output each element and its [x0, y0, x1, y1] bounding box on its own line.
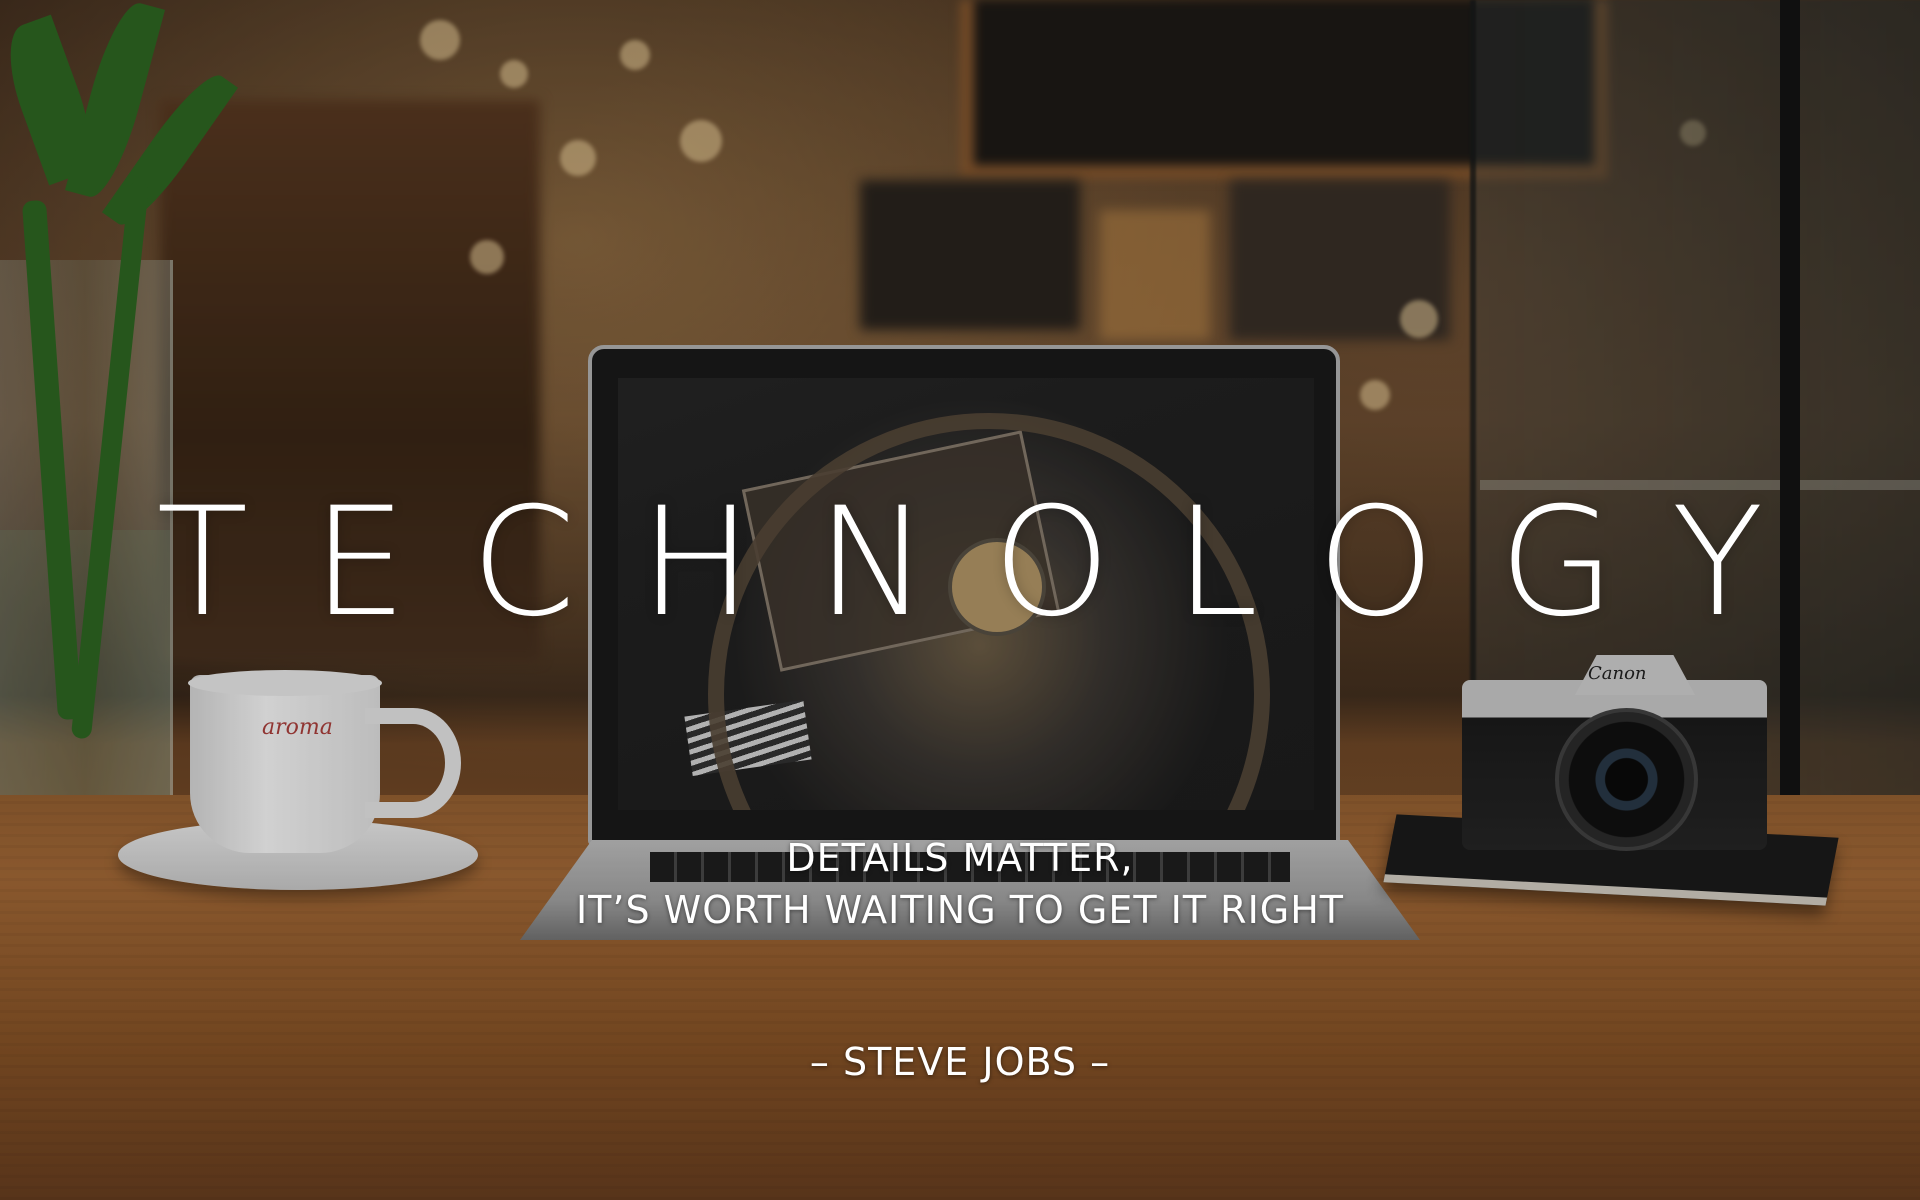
background-photo: aroma Canon TECHNOLOGY DETAILS MATTER, I… — [0, 0, 1920, 1200]
quote-line-1: DETAILS MATTER, — [786, 836, 1134, 880]
headline: TECHNOLOGY — [156, 476, 1828, 650]
quote-line-2: IT’S WORTH WAITING TO GET IT RIGHT — [575, 888, 1345, 932]
quote: DETAILS MATTER, IT’S WORTH WAITING TO GE… — [0, 832, 1920, 936]
quote-author: – STEVE JOBS – — [809, 1040, 1111, 1084]
